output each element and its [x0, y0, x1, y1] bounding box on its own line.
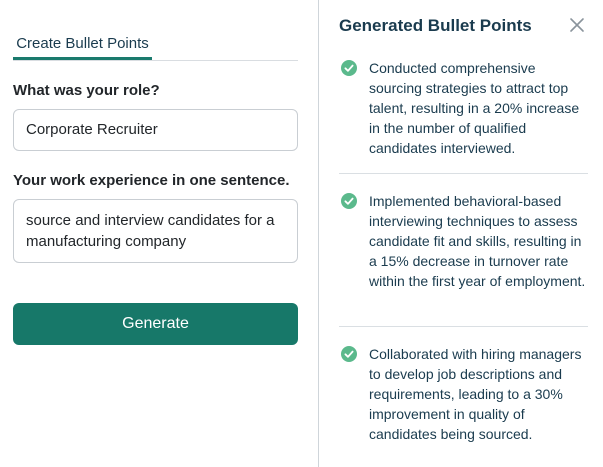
role-label: What was your role? — [13, 82, 160, 99]
bullet-text: Conducted comprehensive sourcing strateg… — [369, 60, 580, 156]
tab-create-bullet-points[interactable]: Create Bullet Points — [13, 28, 152, 60]
experience-textarea[interactable]: source and interview candidates for a ma… — [13, 199, 298, 263]
bullet-form-panel: Create Bullet Points What was your role?… — [0, 0, 318, 467]
check-circle-icon — [341, 60, 357, 76]
generate-button[interactable]: Generate — [13, 303, 298, 345]
experience-label: Your work experience in one sentence. — [13, 172, 290, 189]
results-title: Generated Bullet Points — [339, 16, 532, 35]
bullet-divider — [339, 326, 588, 327]
bullet-divider — [339, 173, 588, 174]
check-circle-icon — [341, 346, 357, 362]
check-circle-icon — [341, 193, 357, 209]
tab-bar: Create Bullet Points — [13, 28, 298, 61]
app-root: Create Bullet Points What was your role?… — [0, 0, 603, 467]
bullet-text: Implemented behavioral-based interviewin… — [369, 193, 586, 289]
close-icon[interactable] — [569, 17, 585, 33]
bullet-text: Collaborated with hiring managers to dev… — [369, 346, 582, 442]
role-input[interactable]: Corporate Recruiter — [13, 109, 298, 151]
generated-results-panel: Generated Bullet Points Conducted compre… — [319, 0, 603, 467]
